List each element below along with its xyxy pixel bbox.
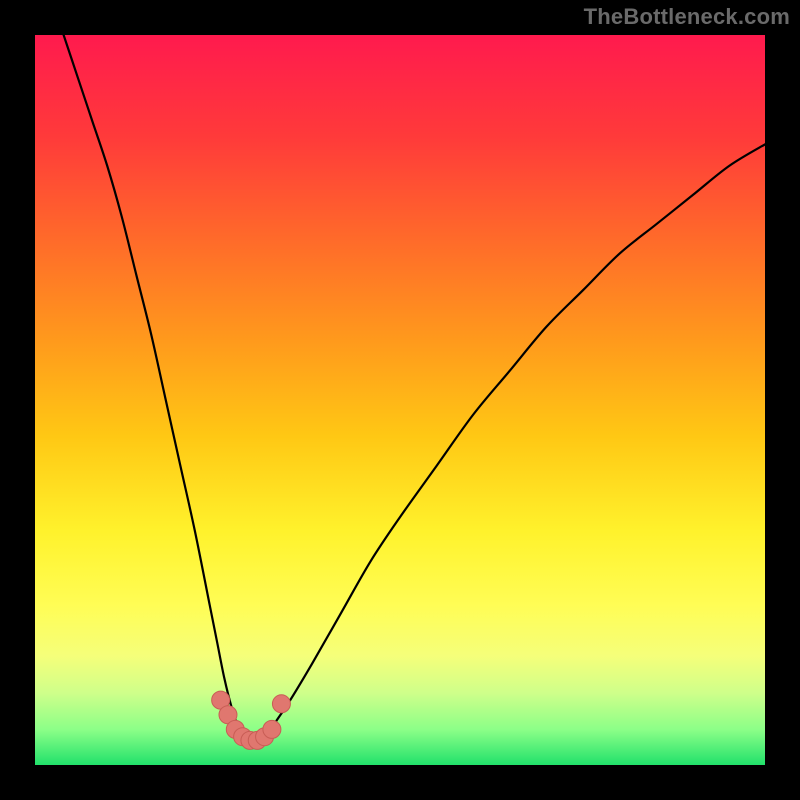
curve-dot: [234, 728, 252, 746]
curve-dot: [212, 691, 230, 709]
curve-dot: [256, 728, 274, 746]
curve-dot: [248, 731, 266, 749]
curve-left-branch: [63, 34, 246, 744]
curve-layer: [34, 34, 766, 766]
curve-dot: [226, 720, 244, 738]
curve-dot: [263, 720, 281, 738]
chart-frame: TheBottleneck.com: [0, 0, 800, 800]
curve-dot: [272, 695, 290, 713]
curve-dot: [219, 706, 237, 724]
plot-area: [34, 34, 766, 766]
watermark-label: TheBottleneck.com: [584, 4, 790, 30]
bottom-dots: [212, 691, 291, 749]
curve-dot: [241, 731, 259, 749]
curve-right-branch: [261, 144, 766, 744]
